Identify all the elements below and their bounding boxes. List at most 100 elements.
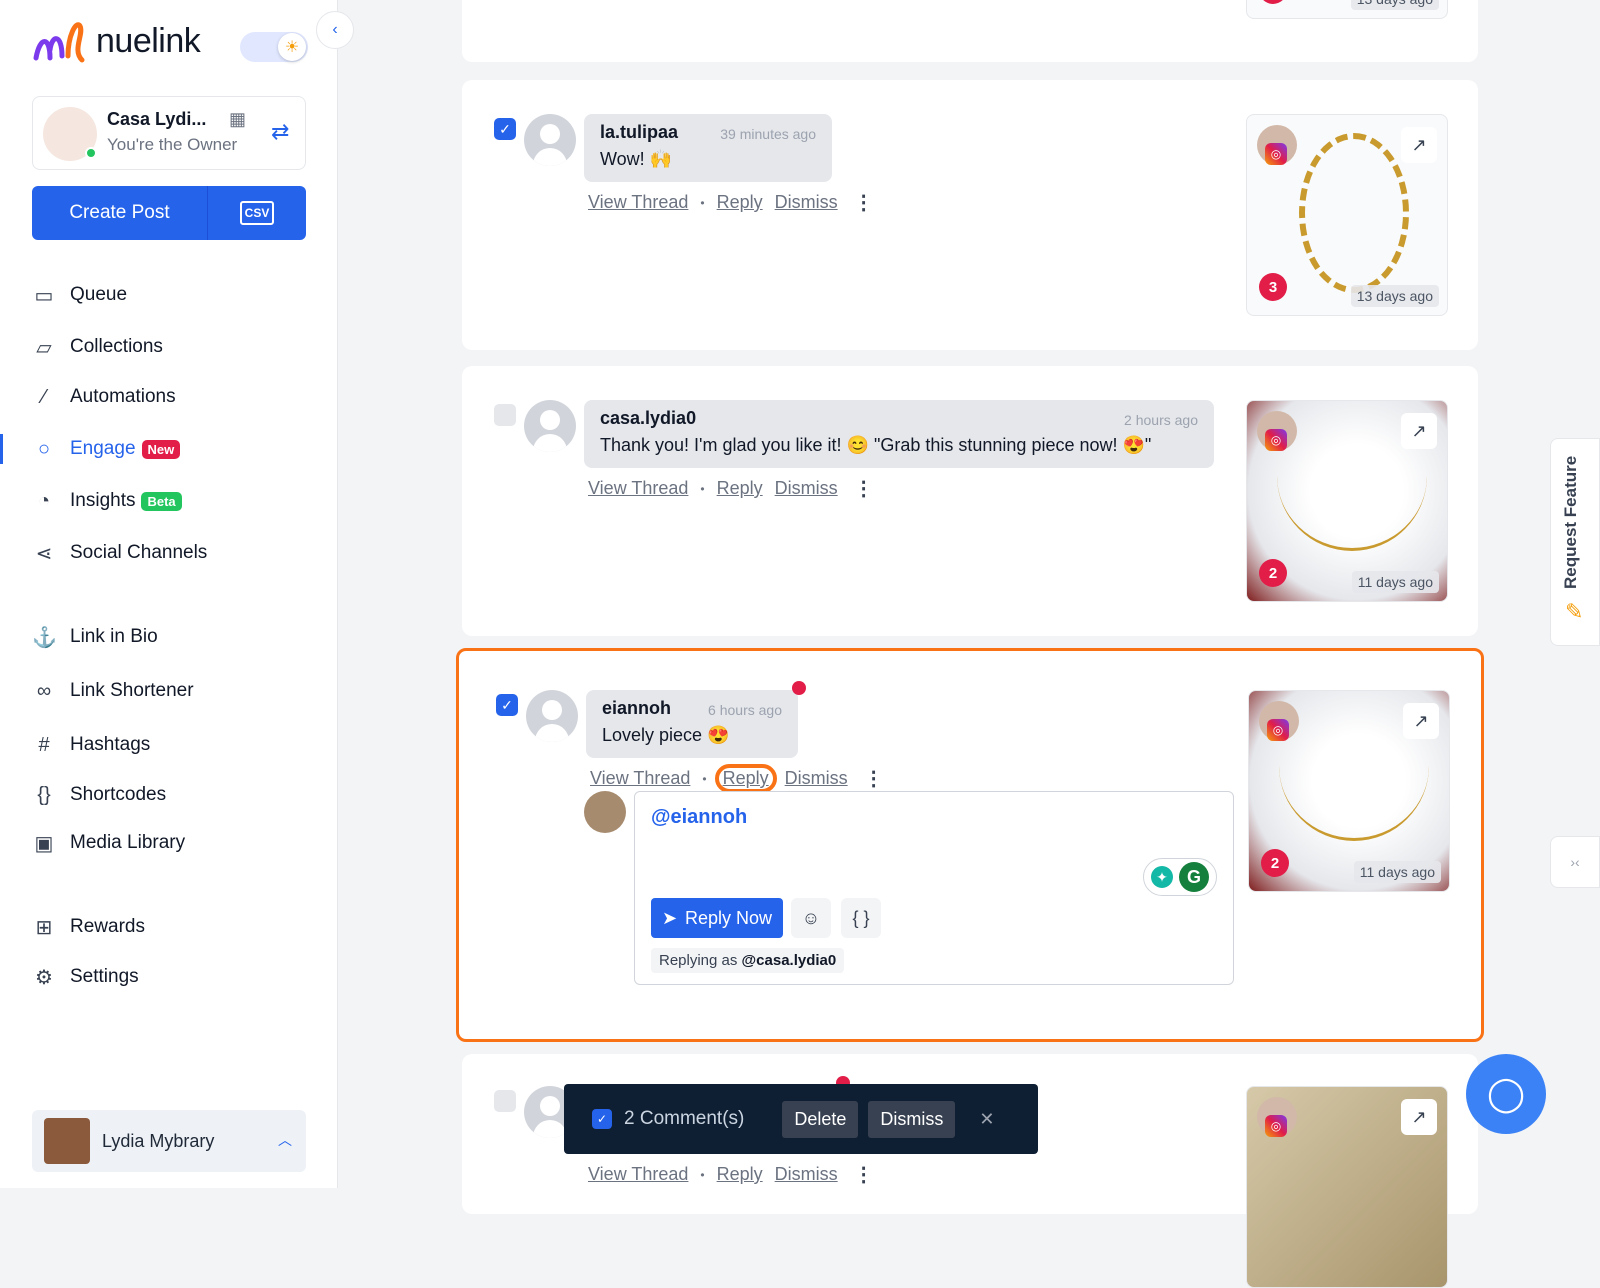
dismiss-link[interactable]: Dismiss: [785, 768, 848, 789]
comment-text: Wow! 🙌: [600, 149, 673, 169]
more-options-icon[interactable]: ⋮: [854, 190, 874, 215]
reply-link[interactable]: Reply: [717, 1164, 763, 1185]
commenter-username[interactable]: casa.lydia0: [600, 408, 1198, 429]
workspace-switcher[interactable]: Casa Lydi... You're the Owner ▦ ⇄: [32, 96, 306, 170]
csv-icon: CSV: [239, 201, 275, 225]
nav-shortcodes[interactable]: {} Shortcodes: [32, 780, 166, 810]
nav-label: Insights: [70, 490, 136, 511]
grammarly-widget[interactable]: ✦ G: [1143, 858, 1217, 896]
external-link-icon[interactable]: ↗: [1403, 703, 1439, 739]
view-thread-link[interactable]: View Thread: [588, 478, 688, 499]
dismiss-link[interactable]: Dismiss: [775, 478, 838, 499]
folder-icon: ▱: [36, 336, 52, 359]
instagram-icon: ◎: [1265, 143, 1287, 165]
post-thumbnail[interactable]: ◎ ↗ 2 11 days ago: [1248, 690, 1450, 892]
comment-actions: View Thread • Reply Dismiss ⋮: [588, 476, 874, 501]
more-options-icon[interactable]: ⋮: [854, 476, 874, 501]
comment-count-badge: 3: [1259, 273, 1287, 301]
send-icon: ➤: [661, 907, 678, 928]
request-feature-tab[interactable]: Request Feature ✎: [1550, 438, 1600, 646]
select-checkbox[interactable]: ✓: [494, 118, 516, 140]
switch-workspace-icon[interactable]: ⇄: [271, 119, 289, 145]
csv-upload-button[interactable]: CSV: [208, 186, 306, 240]
nav-label: Social Channels: [70, 542, 208, 563]
create-post-button[interactable]: Create Post: [32, 186, 208, 240]
nav-hashtags[interactable]: # Hashtags: [32, 730, 150, 760]
post-thumbnail[interactable]: ◎ ↗ 3 13 days ago: [1246, 114, 1448, 316]
link-icon: ∞: [36, 679, 52, 702]
reply-composer[interactable]: @eiannoh ✦ G ➤ Reply Now ☺ { } Replying …: [634, 791, 1234, 985]
nav-queue[interactable]: ▭ Queue: [32, 280, 128, 310]
widget-icon: ›‹: [1570, 854, 1580, 870]
nav-rewards[interactable]: ⊞ Rewards: [32, 912, 145, 942]
nav-engage[interactable]: ○ Engage New: [32, 434, 181, 464]
nav-insights[interactable]: ◔ Insights Beta: [32, 486, 182, 516]
separator-dot: •: [700, 481, 705, 496]
select-checkbox[interactable]: [494, 404, 516, 426]
braces-icon: { }: [852, 907, 870, 928]
nav-label: Collections: [70, 336, 163, 357]
magic-wand-icon: ⁄: [42, 385, 46, 408]
shortcodes-button[interactable]: { }: [841, 898, 881, 938]
active-nav-indicator: [0, 434, 3, 464]
theme-toggle[interactable]: ☀: [240, 32, 308, 62]
post-thumbnail[interactable]: 3 13 days ago: [1246, 0, 1448, 19]
select-checkbox[interactable]: ✓: [496, 694, 518, 716]
dismiss-link[interactable]: Dismiss: [775, 1164, 838, 1185]
user-menu[interactable]: Lydia Mybrary ︿: [32, 1110, 306, 1172]
select-checkbox[interactable]: [494, 1090, 516, 1112]
view-thread-link[interactable]: View Thread: [590, 768, 690, 789]
external-link-icon[interactable]: ↗: [1401, 1099, 1437, 1135]
view-thread-link[interactable]: View Thread: [588, 192, 688, 213]
nav-label: Link in Bio: [70, 626, 158, 647]
brand-logo[interactable]: nuelink: [32, 16, 201, 66]
nav-automations[interactable]: ⁄ Automations: [32, 382, 176, 412]
post-thumbnail[interactable]: ◎ ↗: [1246, 1086, 1448, 1288]
emoji-picker-button[interactable]: ☺: [791, 898, 831, 938]
more-options-icon[interactable]: ⋮: [864, 766, 884, 791]
comment-count-badge: 2: [1259, 559, 1287, 587]
gear-icon: ⚙: [35, 966, 53, 989]
nav-label: Automations: [70, 386, 176, 407]
brand-name: nuelink: [96, 21, 201, 60]
anchor-icon: ⚓: [32, 626, 57, 649]
more-options-icon[interactable]: ⋮: [854, 1162, 874, 1187]
nav-media-library[interactable]: ▣ Media Library: [32, 828, 186, 858]
reply-link[interactable]: Reply: [714, 764, 777, 793]
reply-link[interactable]: Reply: [717, 192, 763, 213]
reply-mention[interactable]: @eiannoh: [651, 806, 747, 829]
bulk-dismiss-button[interactable]: Dismiss: [868, 1100, 956, 1138]
dismiss-link[interactable]: Dismiss: [775, 192, 838, 213]
post-age: 11 days ago: [1351, 571, 1439, 593]
nav-label: Rewards: [70, 916, 145, 937]
feature-request-icon: ✎: [1565, 599, 1584, 624]
nav-collections[interactable]: ▱ Collections: [32, 332, 163, 362]
help-chat-button[interactable]: ◯: [1466, 1054, 1546, 1134]
bulk-select-checkbox[interactable]: ✓: [592, 1109, 612, 1129]
nav-link-in-bio[interactable]: ⚓ Link in Bio: [32, 622, 158, 652]
external-link-icon[interactable]: ↗: [1401, 413, 1437, 449]
selected-count: 2 Comment(s): [624, 1108, 745, 1129]
comment-count-badge: 2: [1261, 849, 1289, 877]
post-age: 13 days ago: [1350, 285, 1439, 307]
post-thumbnail[interactable]: ◎ ↗ 2 11 days ago: [1246, 400, 1448, 602]
nav-settings[interactable]: ⚙ Settings: [32, 962, 139, 992]
chat-bubble-icon: ○: [37, 437, 51, 460]
share-icon: ⋖: [35, 542, 53, 565]
view-thread-link[interactable]: View Thread: [588, 1164, 688, 1185]
chevron-up-icon: ︿: [278, 1132, 292, 1148]
side-widget-tab[interactable]: ›‹: [1550, 836, 1600, 888]
collapse-sidebar-button[interactable]: ‹: [316, 11, 354, 49]
replying-account: @casa.lydia0: [741, 952, 837, 969]
request-feature-label: Request Feature: [1561, 455, 1580, 589]
reply-link[interactable]: Reply: [717, 478, 763, 499]
external-link-icon[interactable]: ↗: [1401, 127, 1437, 163]
nav-social-channels[interactable]: ⋖ Social Channels: [32, 538, 208, 568]
comment-card: ✓ la.tulipaa 39 minutes ago Wow! 🙌 View …: [462, 80, 1478, 350]
nav-link-shortener[interactable]: ∞ Link Shortener: [32, 676, 194, 706]
chevron-left-icon: ‹: [332, 21, 338, 38]
bulk-delete-button[interactable]: Delete: [782, 1100, 859, 1138]
close-icon[interactable]: ✕: [979, 1109, 994, 1130]
reply-now-button[interactable]: ➤ Reply Now: [651, 898, 783, 938]
comment-actions: View Thread • Reply Dismiss ⋮: [588, 1162, 874, 1187]
